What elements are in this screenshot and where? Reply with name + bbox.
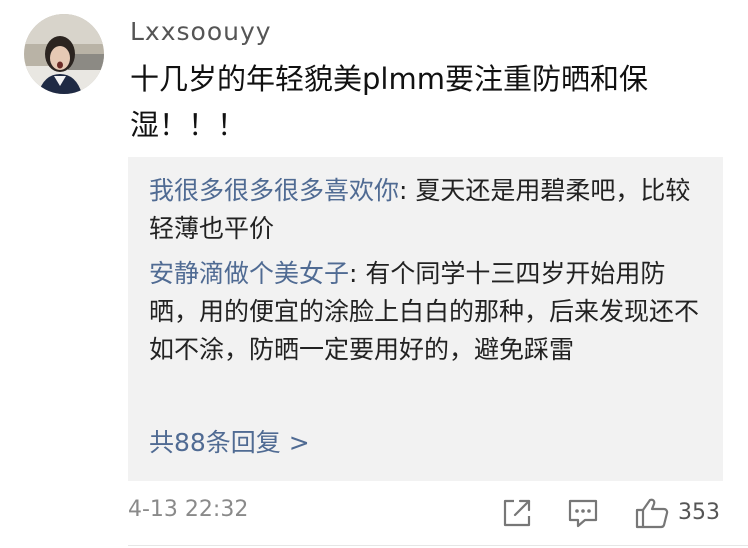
comment-text: 十几岁的年轻貌美plmm要注重防晒和保湿！！！ (130, 62, 648, 142)
reply-separator: : (399, 176, 416, 205)
like-count: 353 (678, 500, 720, 525)
like-button[interactable]: 353 (634, 496, 734, 530)
reply-item[interactable]: 安静滴做个美女子: 有个同学十三四岁开始用防晒，用的便宜的涂脸上白白的那种，后来… (149, 255, 709, 369)
view-all-replies-link[interactable]: 共88条回复 > (149, 424, 310, 462)
reply-username[interactable]: 安静滴做个美女子 (149, 259, 349, 288)
comment-timestamp: 4-13 22:32 (128, 497, 249, 522)
reply-separator: : (349, 259, 366, 288)
avatar-image (24, 14, 104, 94)
share-icon (503, 499, 531, 527)
reply-item[interactable]: 我很多很多很多喜欢你: 夏天还是用碧柔吧，比较轻薄也平价 (149, 172, 709, 248)
comment-card: Lxxsoouyy 十几岁的年轻貌美plmm要注重防晒和保湿！！！ 我很多很多很… (0, 0, 748, 548)
reply-username[interactable]: 我很多很多很多喜欢你 (149, 176, 399, 205)
comment-username[interactable]: Lxxsoouyy (130, 17, 272, 46)
avatar[interactable] (24, 14, 104, 94)
reply-button[interactable] (566, 496, 600, 530)
divider (128, 545, 748, 546)
thumbs-up-icon (635, 498, 669, 529)
comment-icon (568, 499, 598, 528)
share-button[interactable] (500, 496, 534, 530)
reply-preview-panel[interactable]: 我很多很多很多喜欢你: 夏天还是用碧柔吧，比较轻薄也平价 安静滴做个美女子: 有… (128, 157, 723, 481)
